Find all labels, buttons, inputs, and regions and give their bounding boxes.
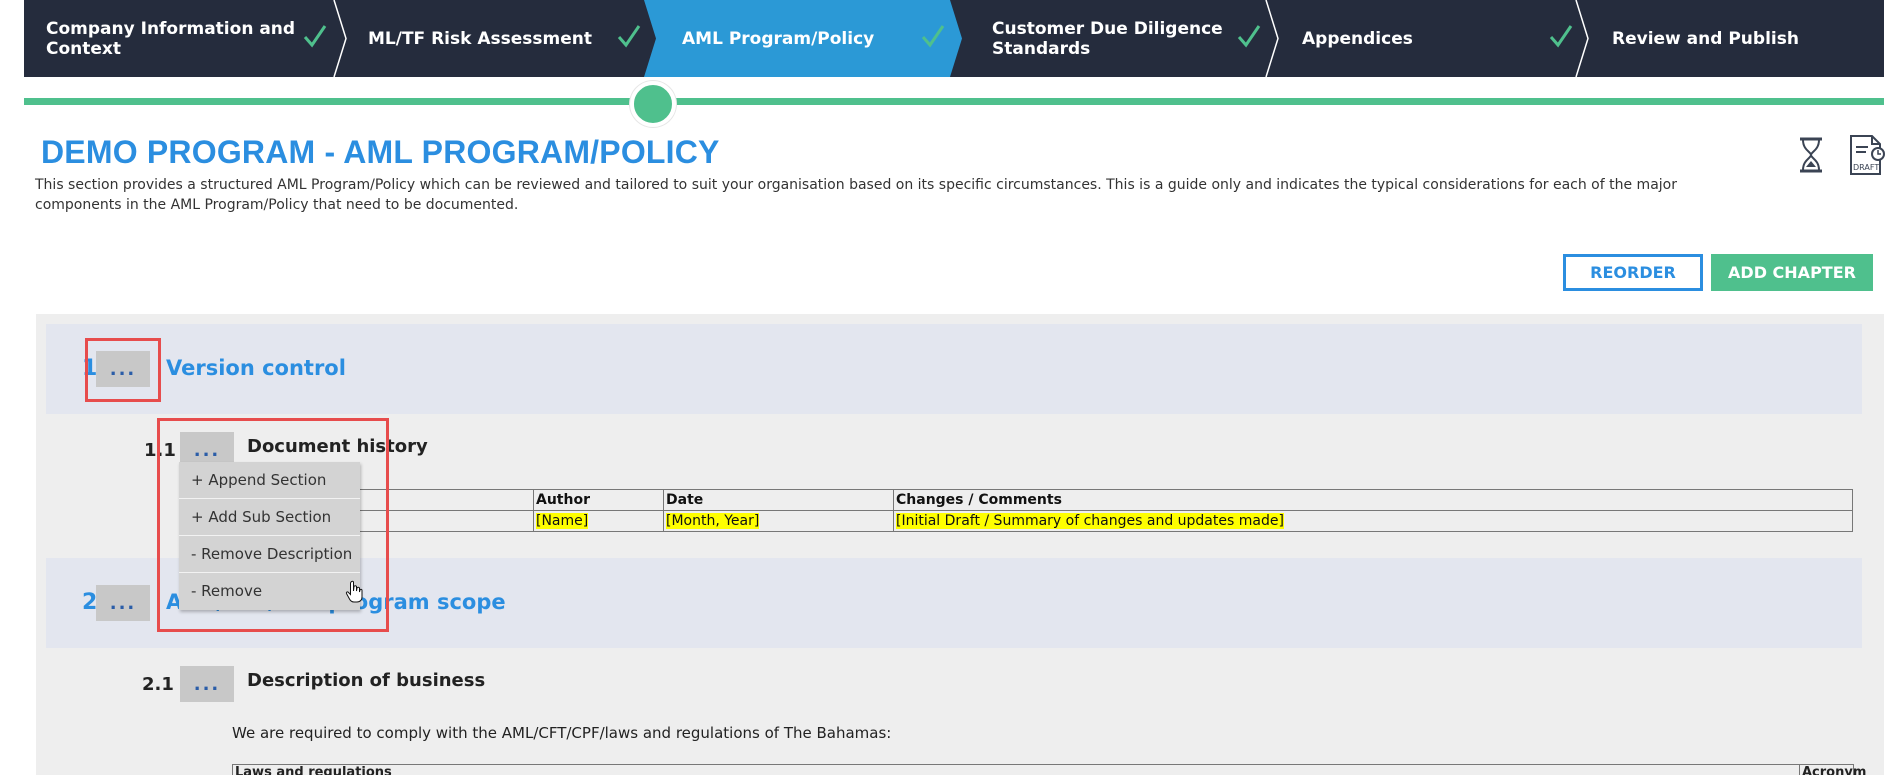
reorder-button[interactable]: REORDER	[1563, 254, 1703, 291]
step-customer-due-diligence[interactable]: Customer Due Diligence Standards	[970, 0, 1276, 77]
step-label: Context	[46, 38, 122, 59]
step-ml-tf-risk-assessment[interactable]: ML/TF Risk Assessment	[346, 0, 652, 77]
section-number: 2.1	[142, 674, 174, 695]
step-label: Standards	[992, 38, 1091, 59]
checkmark-icon	[1237, 25, 1261, 48]
step-label: Review and Publish	[1612, 28, 1799, 49]
placeholder-text: [Initial Draft / Summary of changes and …	[896, 513, 1284, 529]
table-header: Date	[663, 489, 894, 511]
step-label: Company Information and	[46, 18, 296, 39]
table-cell[interactable]: [Name]	[533, 510, 664, 532]
chapter-options-button[interactable]: ...	[96, 585, 150, 621]
hourglass-icon[interactable]	[1796, 136, 1826, 174]
checkmark-icon	[1549, 25, 1573, 48]
step-label: Appendices	[1302, 28, 1413, 49]
table-header: Acronym	[1799, 765, 1866, 775]
progress-stepper: Company Information and Context ML/TF Ri…	[24, 0, 1884, 77]
placeholder-text: [Name]	[536, 513, 589, 529]
step-separator	[1265, 0, 1279, 77]
annotation-highlight	[85, 338, 161, 402]
table-header: Laws and regulations	[235, 765, 392, 775]
step-appendices[interactable]: Appendices	[1280, 0, 1586, 77]
document-history-table: Version Author Date Changes / Comments […	[233, 489, 1853, 532]
business-description-text[interactable]: We are required to comply with the AML/C…	[232, 724, 891, 742]
section-title[interactable]: Description of business	[247, 670, 485, 691]
table-header: Author	[533, 489, 664, 511]
table-row: [Name] [Month, Year] [Initial Draft / Su…	[233, 510, 1853, 532]
step-aml-program-policy[interactable]: AML Program/Policy	[644, 0, 962, 77]
step-separator	[1575, 0, 1589, 77]
progress-knob[interactable]	[630, 81, 676, 127]
chapter-title[interactable]: Version control	[166, 356, 346, 380]
placeholder-text: [Month, Year]	[666, 513, 760, 529]
page-description: This section provides a structured AML P…	[35, 177, 1677, 213]
add-chapter-button[interactable]: ADD CHAPTER	[1711, 254, 1873, 291]
table-cell[interactable]: [Month, Year]	[663, 510, 894, 532]
step-label: ML/TF Risk Assessment	[368, 28, 592, 49]
table-header: Changes / Comments	[893, 489, 1853, 511]
checkmark-icon	[617, 25, 641, 48]
table-cell[interactable]: [Initial Draft / Summary of changes and …	[893, 510, 1853, 532]
hand-cursor-icon	[345, 580, 363, 603]
section-options-button[interactable]: ...	[180, 666, 234, 702]
laws-table: Laws and regulations Acronym	[232, 764, 1866, 775]
step-label: Customer Due Diligence	[992, 18, 1223, 39]
step-label: AML Program/Policy	[682, 28, 875, 49]
draft-label: DRAFT	[1853, 163, 1879, 172]
step-company-information[interactable]: Company Information and Context	[24, 0, 338, 77]
chapter-row: 1 ... Version control	[46, 324, 1862, 414]
table-header-row: Version Author Date Changes / Comments	[233, 489, 1853, 511]
page-title: DEMO PROGRAM - AML PROGRAM/POLICY	[41, 134, 720, 170]
step-review-and-publish[interactable]: Review and Publish	[1590, 0, 1884, 77]
checkmark-icon	[920, 22, 946, 50]
progress-track	[24, 98, 1884, 105]
checkmark-icon	[303, 25, 327, 48]
draft-document-icon[interactable]: DRAFT	[1848, 134, 1886, 176]
